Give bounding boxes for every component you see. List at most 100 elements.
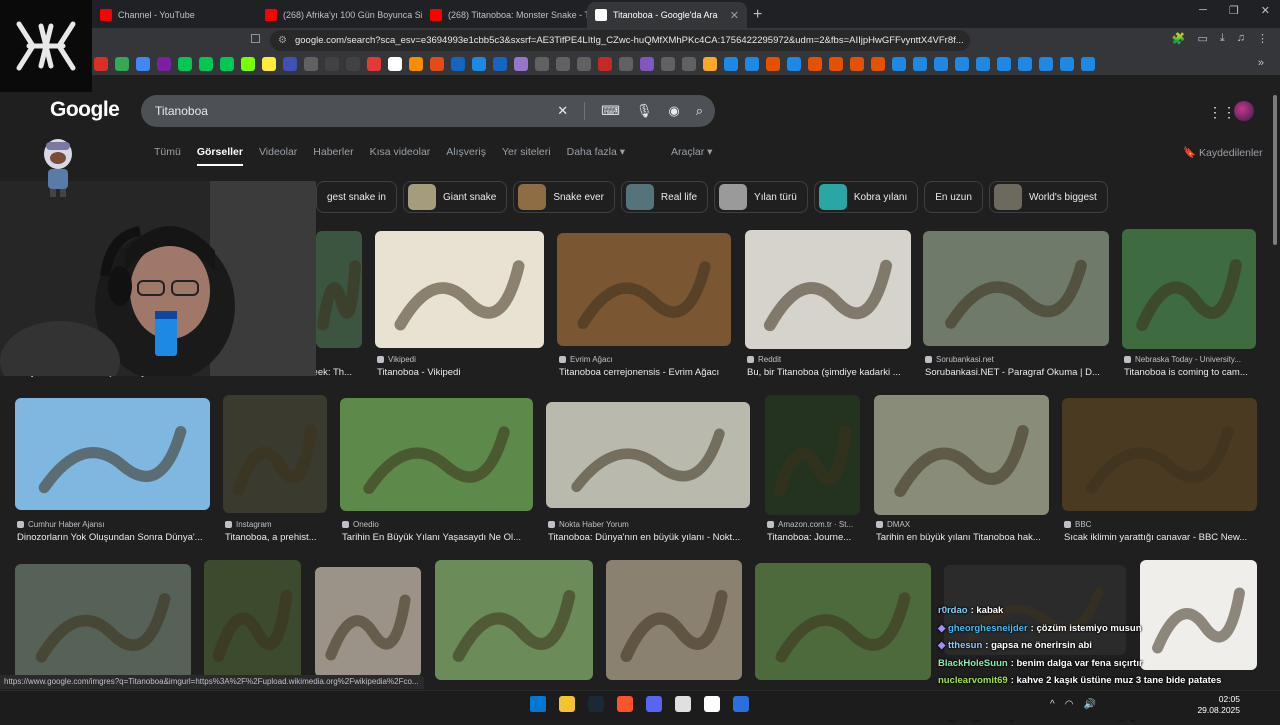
image-thumbnail[interactable] [435,560,593,680]
avatar[interactable] [1234,101,1254,121]
image-caption[interactable]: Titanoboa cerrejonensis - Evrim Ağacı [559,367,735,378]
image-source[interactable]: Nokta Haber Yorum [548,520,752,529]
image-source[interactable]: DMAX [876,520,1051,529]
suggestion-chip[interactable]: En uzun [924,181,983,213]
bookmark-favicon-icon[interactable] [220,57,234,71]
chat-username[interactable]: BlackHoleSuun [938,658,1008,669]
suggestion-chip[interactable]: Yılan türü [714,181,808,213]
image-caption[interactable]: Sorubankasi.NET - Paragraf Okuma | D... [925,367,1113,378]
bookmark-favicon-icon[interactable] [850,57,864,71]
bookmark-favicon-icon[interactable] [535,57,549,71]
minimize-icon[interactable]: ─ [1199,4,1207,17]
search-tab[interactable]: Haberler [313,146,353,166]
bookmark-favicon-icon[interactable] [556,57,570,71]
bookmark-favicon-icon[interactable] [409,57,423,71]
chevron-up-icon[interactable]: ^ [1050,699,1055,710]
lens-icon[interactable]: ◉ [668,103,679,119]
image-thumbnail[interactable] [923,231,1109,346]
tools-button[interactable]: Araçlar ▾ [671,146,712,158]
scrollbar-thumb[interactable] [1273,95,1277,245]
image-caption[interactable]: Sıcak iklimin yarattığı canavar - BBC Ne… [1064,532,1259,543]
wifi-icon[interactable]: ◠ [1065,699,1074,710]
bookmark-favicon-icon[interactable] [703,57,717,71]
search-tab[interactable]: Görseller [196,146,243,166]
saved-button[interactable]: 🔖 Kaydedilenler [1183,146,1263,159]
search-tab[interactable]: Tümü [154,146,181,166]
browser-tab[interactable]: (268) Titanoboa: Monster Snake - Tita [422,2,587,28]
taskbar-app-icon[interactable] [704,696,720,712]
bookmark-favicon-icon[interactable] [367,57,381,71]
image-thumbnail[interactable] [745,230,911,349]
site-info-icon[interactable]: ⚙ [278,35,287,46]
image-caption[interactable]: Tarihin en büyük yılanı Titanoboa hak... [876,532,1051,543]
browser-tab[interactable]: Channel - YouTube [92,2,257,28]
image-caption[interactable]: Tarihin En Büyük Yılanı Yaşasaydı Ne Ol.… [342,532,535,543]
taskbar-app-icon[interactable] [559,696,575,712]
bookmark-favicon-icon[interactable] [577,57,591,71]
bookmark-favicon-icon[interactable] [157,57,171,71]
bookmark-icon[interactable]: ☐ [250,32,261,46]
chat-username[interactable]: nuclearvomit69 [938,675,1008,686]
suggestion-chip[interactable]: Kobra yılanı [813,181,919,213]
image-source[interactable]: Instagram [225,520,329,529]
chat-username[interactable]: r0rdao [938,605,968,616]
clock[interactable]: 02:05 29.08.2025 [1197,694,1240,716]
bookmark-favicon-icon[interactable] [682,57,696,71]
maximize-icon[interactable]: ❐ [1229,4,1239,17]
bookmark-favicon-icon[interactable] [493,57,507,71]
more-bookmarks-icon[interactable]: » [1258,57,1264,69]
keyboard-icon[interactable]: ⌨ [601,103,620,119]
bookmark-favicon-icon[interactable] [619,57,633,71]
search-input[interactable]: Titanoboa ✕ ⌨ 🎙 ◉ ⌕ [141,95,715,127]
volume-icon[interactable]: 🔊 [1083,699,1095,710]
bookmark-favicon-icon[interactable] [178,57,192,71]
bookmark-favicon-icon[interactable] [808,57,822,71]
search-tab[interactable]: Daha fazla ▾ [567,146,625,166]
bookmark-favicon-icon[interactable] [451,57,465,71]
image-source[interactable]: Onedio [342,520,535,529]
image-source[interactable]: Nebraska Today - University... [1124,355,1258,364]
suggestion-chip[interactable]: gest snake in [316,181,397,213]
image-source[interactable]: Vikipedi [377,355,546,364]
bookmark-favicon-icon[interactable] [514,57,528,71]
image-source[interactable]: Reddit [747,355,913,364]
taskbar-app-icon[interactable] [530,696,546,712]
bookmark-favicon-icon[interactable] [94,57,108,71]
image-caption[interactable]: Titanoboa, a prehist... [225,532,329,543]
search-tab[interactable]: Alışveriş [446,146,486,166]
bookmark-favicon-icon[interactable] [388,57,402,71]
image-thumbnail[interactable] [340,398,533,511]
image-source[interactable]: BBC [1064,520,1259,529]
image-thumbnail[interactable] [316,231,362,348]
image-caption[interactable]: Titanoboa: Dünya'nın en büyük yılanı - N… [548,532,752,543]
bookmark-favicon-icon[interactable] [724,57,738,71]
bookmark-favicon-icon[interactable] [430,57,444,71]
image-thumbnail[interactable] [15,398,210,510]
taskbar-app-icon[interactable] [646,696,662,712]
page-scrollbar[interactable] [1270,75,1280,690]
bookmark-favicon-icon[interactable] [598,57,612,71]
microphone-icon[interactable]: 🎙 [636,103,653,119]
search-tab[interactable]: Yer siteleri [502,146,551,166]
bookmark-favicon-icon[interactable] [115,57,129,71]
image-caption[interactable]: Dinozorların Yok Oluşundan Sonra Dünya'.… [17,532,212,543]
taskbar-app-icon[interactable] [733,696,749,712]
bookmark-favicon-icon[interactable] [934,57,948,71]
media-icon[interactable]: ♫ [1237,32,1245,45]
search-tab[interactable]: Kısa videolar [370,146,431,166]
address-bar[interactable]: ⚙ google.com/search?sca_esv=e3694993e1cb… [270,30,970,51]
bookmark-favicon-icon[interactable] [997,57,1011,71]
bookmark-favicon-icon[interactable] [913,57,927,71]
bookmark-favicon-icon[interactable] [472,57,486,71]
bookmark-favicon-icon[interactable] [346,57,360,71]
bookmark-favicon-icon[interactable] [829,57,843,71]
bookmark-favicon-icon[interactable] [1018,57,1032,71]
close-window-icon[interactable]: ✕ [1261,4,1270,17]
bookmark-favicon-icon[interactable] [640,57,654,71]
taskbar-app-icon[interactable] [617,696,633,712]
suggestion-chip[interactable]: Snake ever [513,181,615,213]
suggestion-chip[interactable]: World's biggest [988,181,1108,213]
clear-icon[interactable]: ✕ [557,103,568,119]
apps-grid-icon[interactable]: ⋮⋮ [1208,104,1236,121]
browser-tab[interactable]: (268) Afrika'yı 100 Gün Boyunca Simü [257,2,422,28]
